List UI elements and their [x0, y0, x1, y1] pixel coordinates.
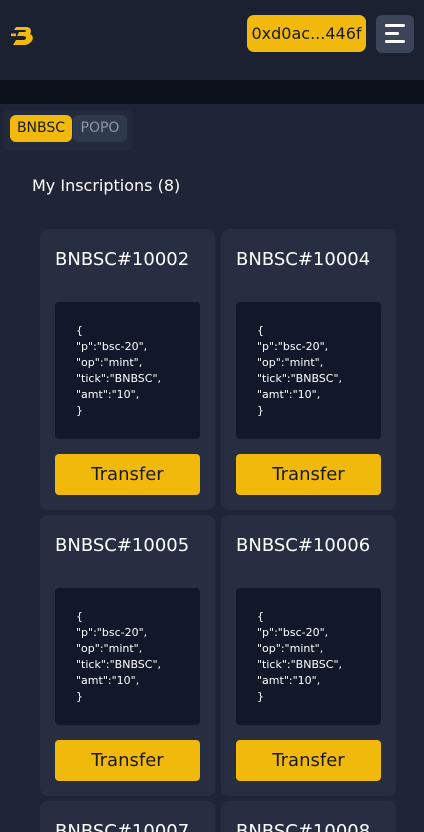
- inscription-card: BNBSC#10007: [40, 801, 215, 832]
- inscription-title: BNBSC#10007: [55, 821, 190, 832]
- inscription-json-box: { "p":"bsc-20", "op":"mint", "tick":"BNB…: [55, 302, 200, 439]
- top-bar: 0xd0ac...446f: [0, 0, 424, 80]
- inscription-json-box: { "p":"bsc-20", "op":"mint", "tick":"BNB…: [55, 588, 200, 725]
- inscription-title: BNBSC#10004: [236, 249, 371, 270]
- transfer-button[interactable]: Transfer: [236, 454, 381, 495]
- inscription-json-box: { "p":"bsc-20", "op":"mint", "tick":"BNB…: [236, 302, 381, 439]
- header-divider: [0, 80, 424, 104]
- inscription-card: BNBSC#10004 { "p":"bsc-20", "op":"mint",…: [221, 229, 396, 510]
- inscription-title: BNBSC#10008: [236, 821, 371, 832]
- inscription-json-box: { "p":"bsc-20", "op":"mint", "tick":"BNB…: [236, 588, 381, 725]
- transfer-button[interactable]: Transfer: [55, 740, 200, 781]
- inscription-card: BNBSC#10002 { "p":"bsc-20", "op":"mint",…: [40, 229, 215, 510]
- transfer-button[interactable]: Transfer: [236, 740, 381, 781]
- inscription-card: BNBSC#10006 { "p":"bsc-20", "op":"mint",…: [221, 515, 396, 796]
- hamburger-menu-icon: [385, 24, 405, 27]
- wallet-address-button[interactable]: 0xd0ac...446f: [247, 15, 366, 52]
- inscription-json: { "p":"bsc-20", "op":"mint", "tick":"BNB…: [257, 324, 343, 417]
- transfer-button[interactable]: Transfer: [55, 454, 200, 495]
- inscription-json: { "p":"bsc-20", "op":"mint", "tick":"BNB…: [76, 324, 162, 417]
- tab-bnbsc[interactable]: BNBSC: [10, 115, 72, 142]
- bnbsc-logo[interactable]: [10, 24, 36, 50]
- tab-popo[interactable]: POPO: [73, 115, 127, 142]
- inscription-title: BNBSC#10006: [236, 535, 371, 556]
- inscription-title: BNBSC#10005: [55, 535, 190, 556]
- section-title: My Inscriptions (8): [32, 176, 181, 195]
- inscription-card: BNBSC#10005 { "p":"bsc-20", "op":"mint",…: [40, 515, 215, 796]
- inscription-json: { "p":"bsc-20", "op":"mint", "tick":"BNB…: [76, 610, 162, 703]
- inscription-title: BNBSC#10002: [55, 249, 190, 270]
- menu-button[interactable]: [376, 15, 414, 53]
- inscription-card: BNBSC#10008: [221, 801, 396, 832]
- inscription-json: { "p":"bsc-20", "op":"mint", "tick":"BNB…: [257, 610, 343, 703]
- token-tabs: BNBSC POPO: [3, 110, 133, 150]
